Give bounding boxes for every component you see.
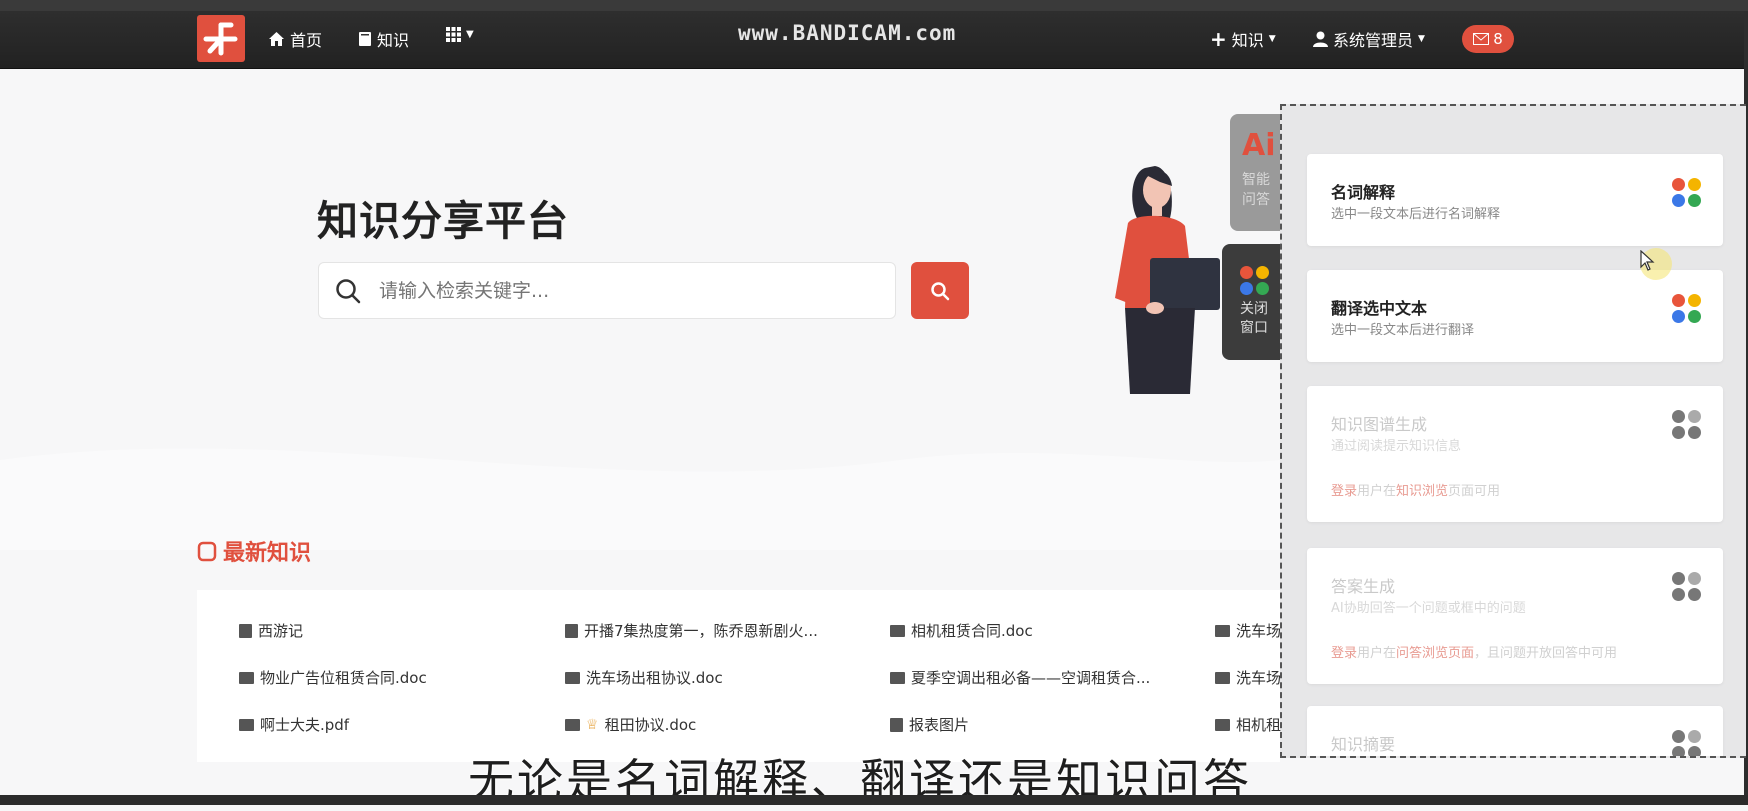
latest-knowledge-heading: 最新知识 [197,535,311,567]
latest-knowledge-list: 西游记 开播7集热度第一，陈乔恩新剧火... 相机租赁合同.doc 洗车场 物业… [197,590,1281,762]
folder-icon [565,718,580,731]
home-icon [269,32,284,46]
tool-card-summary: 知识摘要 [1307,706,1723,756]
user-icon [1313,31,1328,47]
window-top-strip [0,0,1748,11]
book-icon [359,32,371,46]
folder-icon [239,718,254,731]
window-bottom-strip [0,795,1748,805]
square-outline-icon [197,541,217,561]
apps-dots-icon [1672,410,1701,439]
tool-desc: 选中一段文本后进行名词解释 [1331,207,1501,222]
tool-card-answer-generate: 答案生成 AI协助回答一个问题或框中的问题 登录用户在问答浏览页面，且问题开放回… [1307,548,1723,684]
tool-title: 答案生成 [1331,577,1396,596]
search-box [318,262,896,319]
folder-icon [1215,718,1230,731]
search-icon [931,281,950,300]
list-item[interactable]: 夏季空调出租必备——空调租赁合... [890,667,1150,688]
folder-icon [239,671,254,684]
tool-desc: 通过阅读提示知识信息 [1331,439,1462,454]
folder-icon [890,671,905,684]
list-item[interactable]: 相机租 [1215,714,1281,735]
list-item[interactable]: 啊士大夫.pdf [239,714,349,735]
tool-card-translate[interactable]: 翻译选中文本 选中一段文本后进行翻译 [1307,270,1723,362]
caret-down-icon: ▼ [466,29,474,40]
apps-dots-icon [1672,178,1701,207]
apps-dots-icon [1672,294,1701,323]
user-menu[interactable]: 系统管理员 ▼ [1313,27,1425,51]
envelope-icon [1473,33,1490,45]
latest-knowledge-title: 最新知识 [223,541,312,566]
tool-card-knowledge-graph: 知识图谱生成 通过阅读提示知识信息 登录用户在知识浏览页面可用 [1307,386,1723,522]
list-item[interactable]: 相机租赁合同.doc [890,620,1033,641]
list-item[interactable]: 物业广告位租赁合同.doc [239,667,427,688]
ai-tools-panel: 名词解释 选中一段文本后进行名词解释 翻译选中文本 选中一段文本后进行翻译 知识… [1280,104,1746,758]
tool-title: 名词解释 [1331,183,1396,202]
list-item[interactable]: 洗车场 [1215,667,1281,688]
tool-availability-note: 登录用户在问答浏览页面，且问题开放回答中可用 [1331,646,1618,661]
vip-icon: ♕ [586,716,599,733]
search-input[interactable] [377,278,851,303]
list-item[interactable]: 洗车场 [1215,620,1281,641]
apps-dots-icon [1672,572,1701,601]
hero-wave-divider [0,448,1280,550]
ai-tab-sub: 智能问答 [1242,172,1270,208]
close-window-button[interactable]: 关闭窗口 [1222,244,1286,360]
folder-icon [1215,671,1230,684]
plus-icon: + [1210,27,1227,51]
nav-home-label: 首页 [290,31,323,50]
list-item[interactable]: 报表图片 [890,714,969,735]
mail-count: 8 [1493,30,1503,48]
recorder-watermark: www.BANDICAM.com [738,21,957,45]
apps-dots-icon [1672,730,1701,756]
search-icon [336,278,361,303]
nav-home[interactable]: 首页 [268,27,322,51]
mouse-pointer-icon [1640,250,1655,271]
tool-title: 知识摘要 [1331,735,1396,754]
apps-menu[interactable]: ▼ [446,27,474,42]
site-logo[interactable] [197,15,245,62]
document-icon [565,623,578,638]
list-item[interactable]: 洗车场出租协议.doc [565,667,723,688]
folder-icon [565,671,580,684]
woman-illustration [1115,166,1220,394]
ai-assistant-tab[interactable]: Ai 智能问答 [1230,114,1286,231]
list-item[interactable]: ♕ 租田协议.doc [565,714,696,735]
top-navbar: 首页 知识 ▼ www.BANDICAM.com + 知识 ▼ 系统管理员 ▼ … [0,11,1748,69]
nav-knowledge-label: 知识 [377,31,410,50]
search-button[interactable] [911,262,969,319]
grid-icon [446,27,461,42]
caret-down-icon: ▼ [1268,34,1276,44]
page-title: 知识分享平台 [317,197,569,245]
add-knowledge-menu[interactable]: + 知识 ▼ [1210,27,1276,51]
document-icon [890,717,903,732]
document-icon [239,623,252,638]
caret-down-icon: ▼ [1418,34,1425,44]
apps-dots-icon [1240,266,1269,295]
close-window-label: 关闭窗口 [1240,301,1268,336]
nav-knowledge[interactable]: 知识 [358,27,409,51]
mail-button[interactable]: 8 [1462,25,1514,53]
list-item[interactable]: 开播7集热度第一，陈乔恩新剧火... [565,620,818,641]
ai-label: Ai [1242,128,1276,163]
tool-title: 翻译选中文本 [1331,299,1428,318]
tool-desc: AI协助回答一个问题或框中的问题 [1331,601,1526,616]
tool-card-term-explain[interactable]: 名词解释 选中一段文本后进行名词解释 [1307,154,1723,246]
tool-title: 知识图谱生成 [1331,415,1428,434]
tool-desc: 选中一段文本后进行翻译 [1331,323,1475,338]
folder-icon [1215,624,1230,637]
add-knowledge-label: 知识 [1231,31,1264,50]
tool-availability-note: 登录用户在知识浏览页面可用 [1331,484,1501,499]
user-name: 系统管理员 [1333,31,1414,50]
folder-icon [890,624,905,637]
list-item[interactable]: 西游记 [239,620,303,641]
